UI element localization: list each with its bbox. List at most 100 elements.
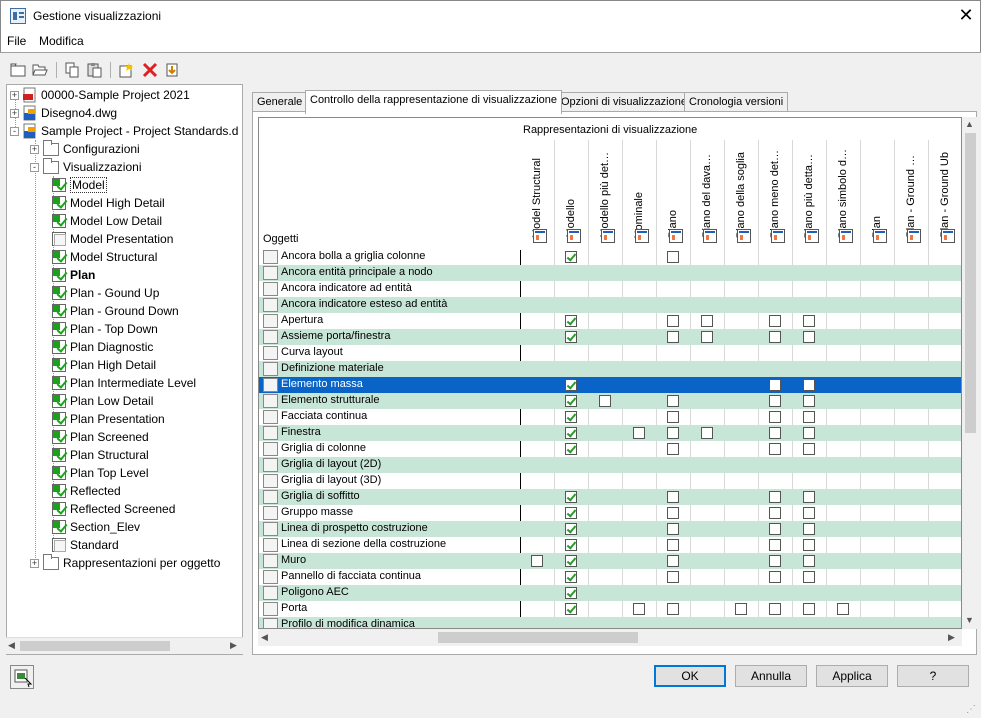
checkbox[interactable] <box>531 555 543 567</box>
table-row[interactable]: Definizione materiale <box>259 361 961 377</box>
table-row[interactable]: Elemento strutturale <box>259 393 961 409</box>
checkbox-checked[interactable] <box>565 587 577 599</box>
copy-icon[interactable] <box>62 60 82 80</box>
tab-controllo[interactable]: Controllo della rappresentazione di visu… <box>305 90 563 114</box>
checkbox[interactable] <box>701 315 713 327</box>
checkbox[interactable] <box>599 395 611 407</box>
tree-display-item[interactable]: Plan Structural <box>52 446 149 464</box>
checkbox[interactable] <box>803 523 815 535</box>
tree-display-item[interactable]: Model High Detail <box>52 194 165 212</box>
checkbox[interactable] <box>667 539 679 551</box>
table-row[interactable]: Gruppo masse <box>259 505 961 521</box>
apply-button[interactable]: Applica <box>816 665 888 687</box>
checkbox[interactable] <box>837 603 849 615</box>
checkbox[interactable] <box>769 539 781 551</box>
table-row[interactable]: Finestra <box>259 425 961 441</box>
checkbox[interactable] <box>633 603 645 615</box>
checkbox[interactable] <box>667 251 679 263</box>
checkbox[interactable] <box>769 491 781 503</box>
checkbox-checked[interactable] <box>565 331 577 343</box>
tree-item-rappresentazioni[interactable]: + Rappresentazioni per oggetto <box>30 553 220 572</box>
checkbox[interactable] <box>667 315 679 327</box>
checkbox[interactable] <box>803 603 815 615</box>
tree-display-item[interactable]: Plan <box>52 266 95 284</box>
checkbox-checked[interactable] <box>565 539 577 551</box>
checkbox[interactable] <box>769 571 781 583</box>
new-display-icon[interactable] <box>116 60 136 80</box>
table-row[interactable]: Profilo di modifica dinamica <box>259 617 961 628</box>
tab-opzioni[interactable]: Opzioni di visualizzazione <box>556 92 692 112</box>
purge-icon[interactable] <box>162 60 182 80</box>
checkbox[interactable] <box>701 427 713 439</box>
menu-modifica[interactable]: Modifica <box>39 34 84 48</box>
expand-icon[interactable]: + <box>30 144 39 154</box>
checkbox[interactable] <box>769 603 781 615</box>
column-header[interactable]: Modello più det… <box>589 140 623 240</box>
tab-generale[interactable]: Generale <box>252 92 308 112</box>
checkbox-checked[interactable] <box>565 427 577 439</box>
close-icon[interactable]: ✕ <box>955 4 977 26</box>
cancel-button[interactable]: Annulla <box>735 665 807 687</box>
column-header[interactable]: Piano della soglia <box>725 140 759 240</box>
tree-display-item[interactable]: Model <box>52 176 107 194</box>
column-header[interactable]: Nominale <box>623 140 657 240</box>
scroll-down-icon[interactable]: ▼ <box>965 615 974 625</box>
checkbox[interactable] <box>769 523 781 535</box>
tree-horizontal-scrollbar[interactable]: ◀ ▶ <box>6 637 243 654</box>
tree-display-item[interactable]: Plan Presentation <box>52 410 165 428</box>
tree-display-item[interactable]: Plan High Detail <box>52 356 156 374</box>
checkbox[interactable] <box>667 523 679 535</box>
checkbox[interactable] <box>803 539 815 551</box>
checkbox[interactable] <box>803 507 815 519</box>
checkbox-checked[interactable] <box>565 603 577 615</box>
checkbox[interactable] <box>667 443 679 455</box>
checkbox[interactable] <box>803 571 815 583</box>
scroll-right-icon[interactable]: ▶ <box>948 632 955 643</box>
column-header[interactable]: Piano <box>657 140 691 240</box>
table-row[interactable]: Elemento massa <box>259 377 961 393</box>
table-row[interactable]: Ancora entità principale a nodo <box>259 265 961 281</box>
collapse-icon[interactable]: - <box>30 162 39 172</box>
tree-item-drawing[interactable]: + Disegno4.dwg <box>10 104 117 122</box>
paste-icon[interactable] <box>84 60 104 80</box>
grid-vertical-scrollbar[interactable]: ▲ ▼ <box>962 117 979 629</box>
checkbox[interactable] <box>735 603 747 615</box>
checkbox[interactable] <box>803 331 815 343</box>
tree-item-configurazioni[interactable]: + Configurazioni <box>30 139 140 158</box>
checkbox[interactable] <box>633 427 645 439</box>
tree-item-visualizzazioni[interactable]: - Visualizzazioni <box>30 157 142 176</box>
resize-grip-icon[interactable]: ⋰ <box>966 704 978 716</box>
column-header[interactable]: Plan <box>861 140 895 240</box>
column-header[interactable]: Plan - Ground Ub <box>929 140 961 240</box>
checkbox-checked[interactable] <box>565 523 577 535</box>
collapse-icon[interactable]: - <box>10 126 19 136</box>
checkbox[interactable] <box>769 379 781 391</box>
checkbox[interactable] <box>803 427 815 439</box>
checkbox-checked[interactable] <box>565 507 577 519</box>
table-row[interactable]: Poligono AEC <box>259 585 961 601</box>
checkbox[interactable] <box>667 555 679 567</box>
table-row[interactable]: Griglia di layout (3D) <box>259 473 961 489</box>
expand-icon[interactable]: + <box>10 90 19 100</box>
checkbox-checked[interactable] <box>565 443 577 455</box>
tree-item-standards[interactable]: - Sample Project - Project Standards.d <box>10 122 238 140</box>
checkbox[interactable] <box>803 491 815 503</box>
checkbox-checked[interactable] <box>565 315 577 327</box>
checkbox[interactable] <box>769 443 781 455</box>
table-row[interactable]: Pannello di facciata continua <box>259 569 961 585</box>
checkbox[interactable] <box>667 427 679 439</box>
tree-display-item[interactable]: Plan Diagnostic <box>52 338 153 356</box>
checkbox[interactable] <box>667 491 679 503</box>
checkbox[interactable] <box>769 395 781 407</box>
table-row[interactable]: Facciata continua <box>259 409 961 425</box>
column-header[interactable]: Piano del dava… <box>691 140 725 240</box>
table-row[interactable]: Curva layout <box>259 345 961 361</box>
scroll-thumb[interactable] <box>965 133 976 433</box>
scroll-thumb[interactable] <box>20 641 170 651</box>
checkbox[interactable] <box>803 379 815 391</box>
checkbox[interactable] <box>769 411 781 423</box>
tree-display-item[interactable]: Model Presentation <box>52 230 173 248</box>
table-row[interactable]: Griglia di layout (2D) <box>259 457 961 473</box>
checkbox[interactable] <box>667 395 679 407</box>
tree-display-item[interactable]: Model Structural <box>52 248 157 266</box>
